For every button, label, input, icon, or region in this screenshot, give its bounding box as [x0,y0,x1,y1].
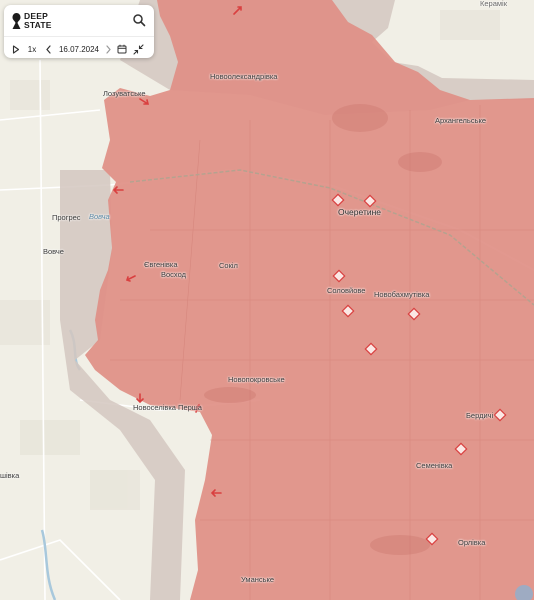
collapse-arrows-icon [132,43,144,55]
place-label: Восход [161,270,186,279]
control-panel: DEEP STATE 1x 16.07.2024 [4,5,154,58]
next-date-button[interactable] [102,41,114,57]
place-label: Новобахмутівка [374,290,430,299]
place-label: Архангельське [435,116,487,125]
place-label: Лозуватське [103,89,146,98]
place-label: Керамік [480,0,507,8]
search-button[interactable] [132,13,146,27]
app-logo[interactable]: DEEP STATE [12,11,52,31]
previous-date-button[interactable] [42,41,54,57]
search-icon [133,14,146,27]
place-label: Уманське [241,575,275,584]
date-display[interactable]: 16.07.2024 [56,41,102,57]
place-label: Новоолександрівка [210,72,278,81]
logo-line-2: STATE [24,20,52,30]
chevron-right-icon [105,44,111,54]
play-icon [12,44,20,54]
place-label: Вовче [43,247,64,256]
place-label: Орлівка [458,538,486,547]
place-label: шівка [0,471,20,480]
collapse-button[interactable] [131,41,145,57]
logo-text: DEEP STATE [24,12,52,30]
deepstate-logo-icon [12,13,21,29]
chevron-left-icon [45,44,51,54]
place-label: Соловйове [327,286,366,295]
map-canvas[interactable] [0,0,534,600]
place-label: Новопокровське [228,375,285,384]
river-label: Вовча [89,212,110,221]
play-button[interactable] [10,41,22,57]
calendar-button[interactable] [115,41,129,57]
calendar-icon [117,44,127,54]
speed-button[interactable]: 1x [25,41,39,57]
place-label: Новоселівка Перша [133,403,202,412]
place-label: Прогрес [52,213,81,222]
panel-divider [4,36,154,37]
place-label: Семенівка [416,461,453,470]
place-label: Бердичі [466,411,494,420]
place-label: Євгенівка [144,260,178,269]
place-label: Сокіл [219,261,238,270]
place-label: Очеретине [338,207,382,217]
